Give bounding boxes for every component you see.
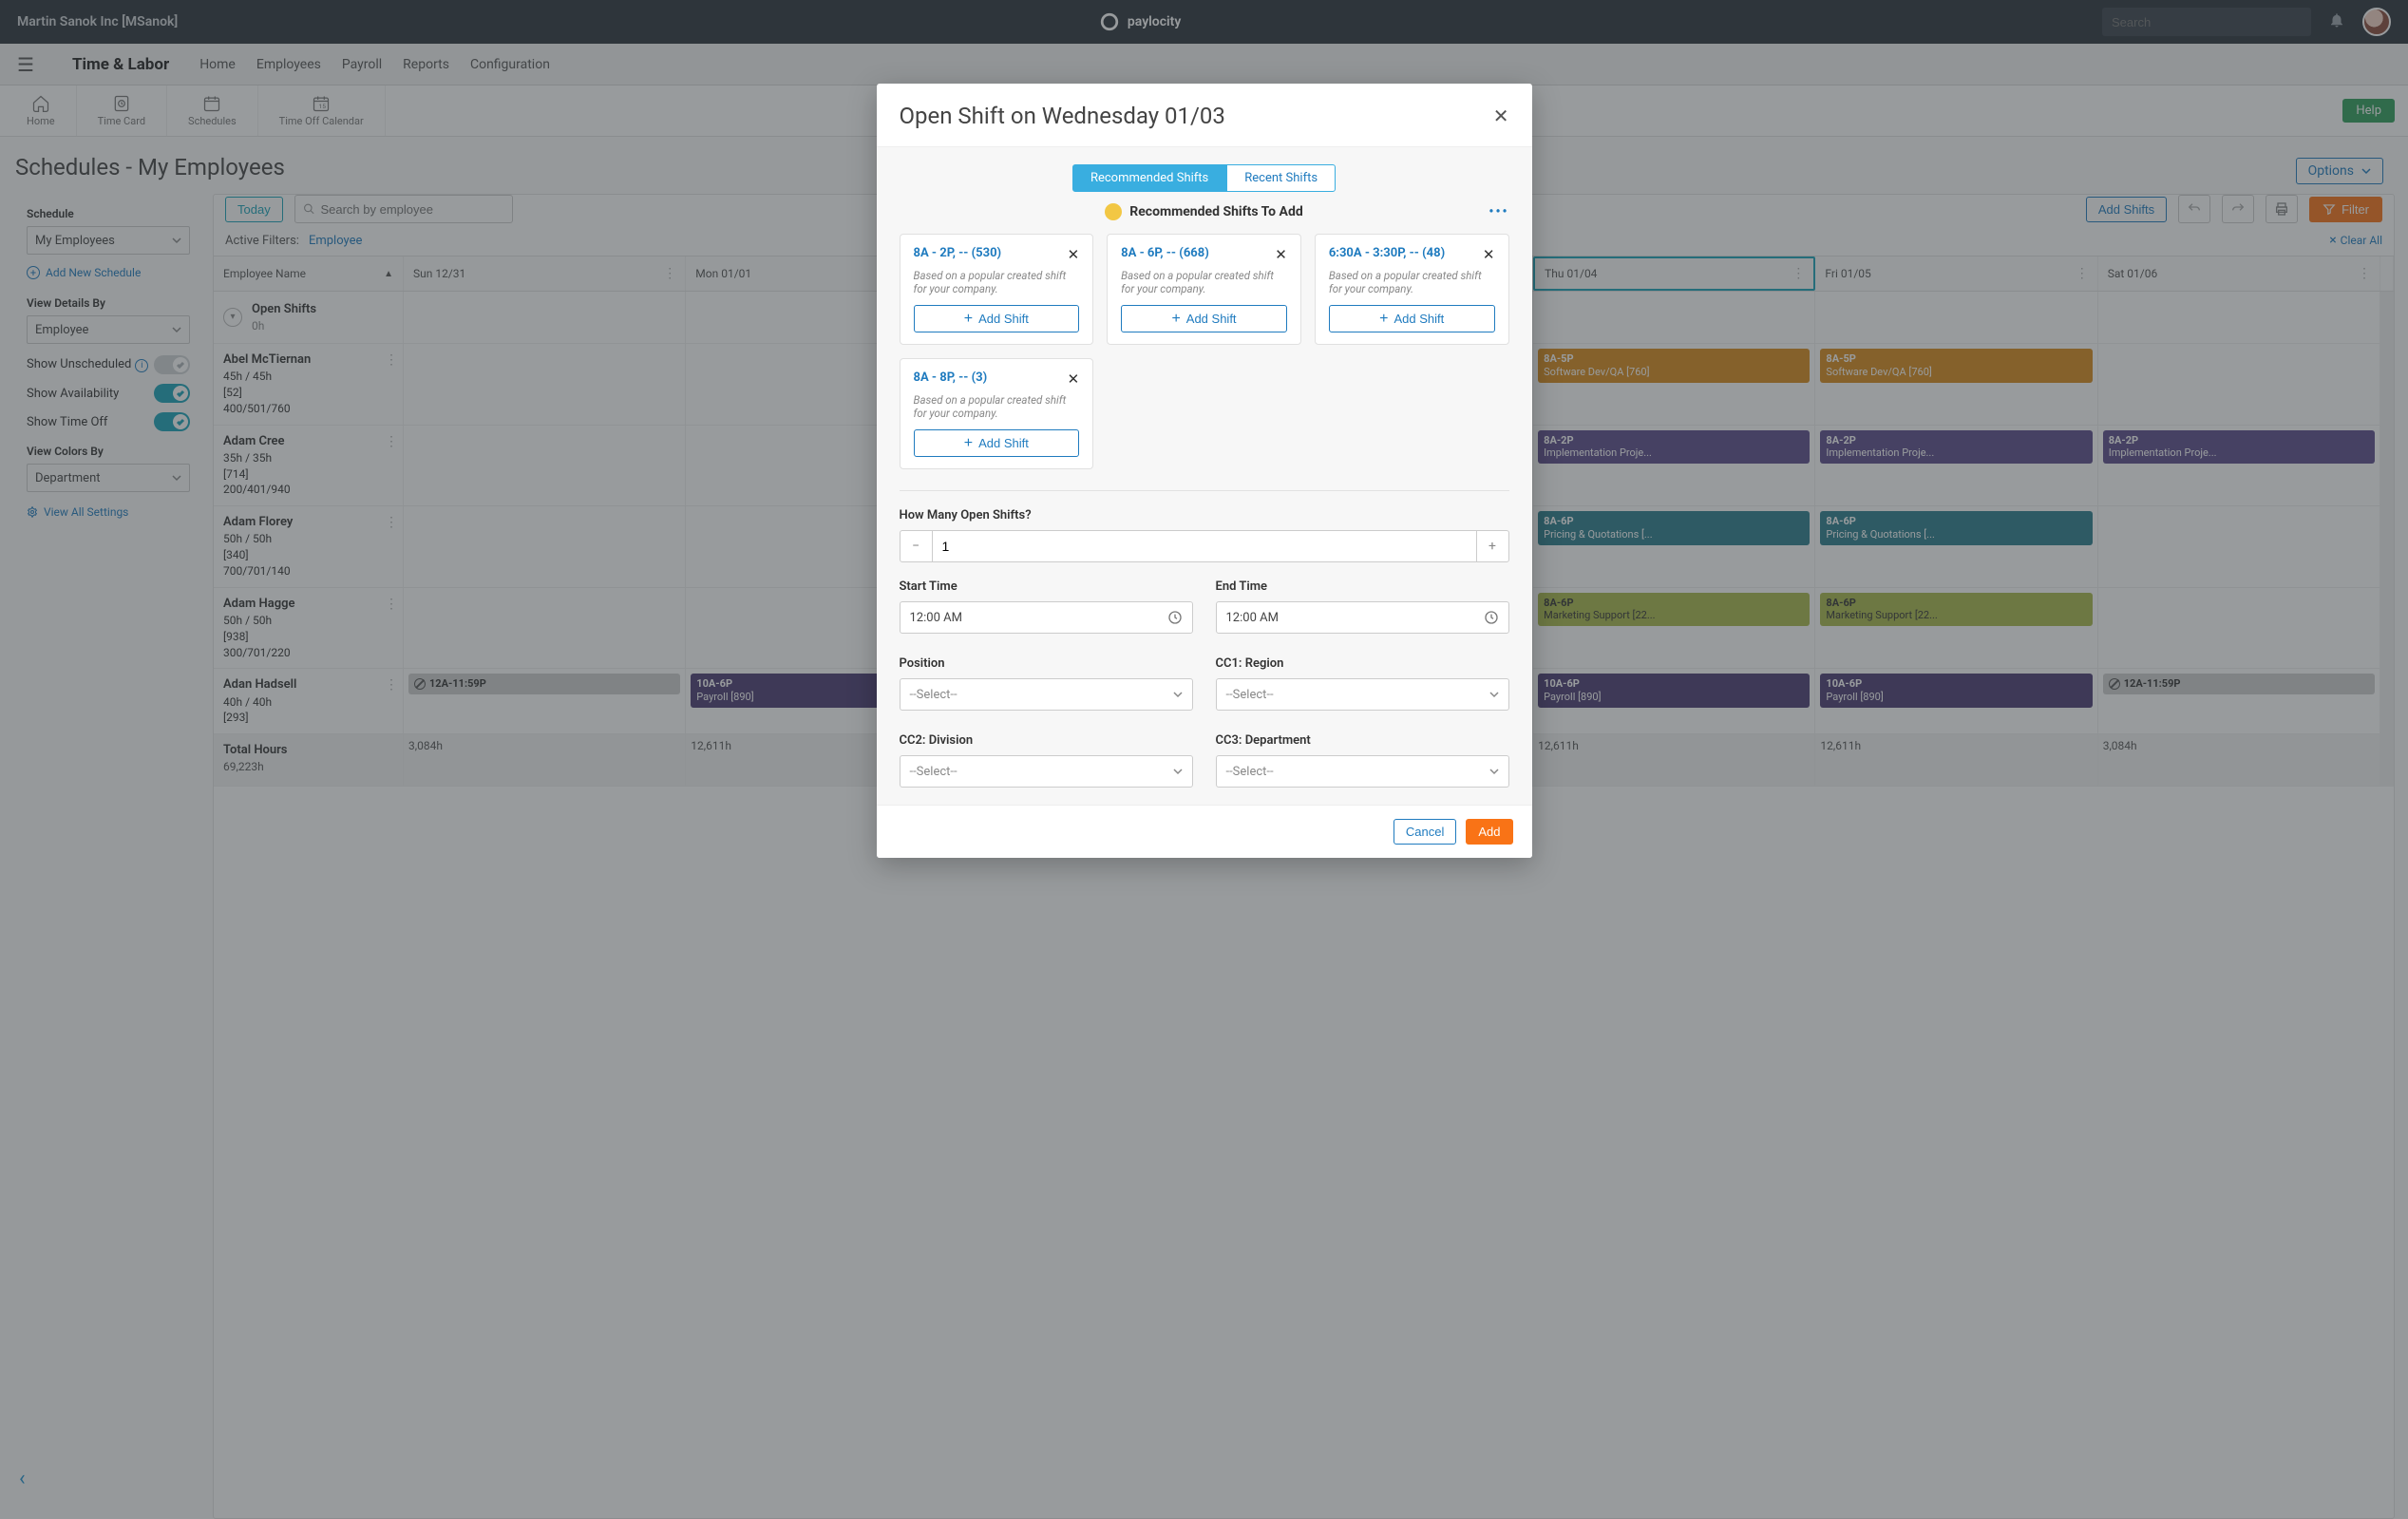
more-menu-icon[interactable]: ••• [1488, 204, 1508, 219]
recommended-shift-card: 8A - 8P, -- (3) ✕ Based on a popular cre… [900, 358, 1094, 469]
card-close-icon[interactable]: ✕ [1275, 246, 1287, 263]
card-close-icon[interactable]: ✕ [1483, 246, 1495, 263]
clock-icon [1167, 610, 1183, 625]
cc3-select[interactable]: --Select-- [1216, 755, 1509, 788]
how-many-stepper[interactable]: − + [900, 530, 1509, 562]
card-title: 8A - 8P, -- (3) [914, 370, 988, 385]
card-close-icon[interactable]: ✕ [1068, 370, 1080, 388]
add-shift-button[interactable]: +Add Shift [914, 429, 1080, 457]
recommended-shift-card: 8A - 6P, -- (668) ✕ Based on a popular c… [1107, 234, 1301, 345]
card-close-icon[interactable]: ✕ [1068, 246, 1080, 263]
position-label: Position [900, 656, 1193, 671]
end-time-input[interactable]: 12:00 AM [1216, 601, 1509, 634]
tab-recent[interactable]: Recent Shifts [1226, 164, 1336, 192]
cc3-label: CC3: Department [1216, 733, 1509, 748]
card-title: 8A - 2P, -- (530) [914, 246, 1002, 260]
card-subtitle: Based on a popular created shift for you… [1121, 269, 1287, 295]
how-many-input[interactable] [933, 531, 1476, 561]
recommended-shift-card: 6:30A - 3:30P, -- (48) ✕ Based on a popu… [1315, 234, 1509, 345]
cc1-label: CC1: Region [1216, 656, 1509, 671]
how-many-label: How Many Open Shifts? [900, 508, 1509, 522]
end-time-label: End Time [1216, 579, 1509, 594]
recommended-shift-card: 8A - 2P, -- (530) ✕ Based on a popular c… [900, 234, 1094, 345]
stepper-minus[interactable]: − [901, 531, 933, 561]
card-subtitle: Based on a popular created shift for you… [914, 269, 1080, 295]
modal-tabs: Recommended Shifts Recent Shifts [900, 164, 1509, 192]
card-subtitle: Based on a popular created shift for you… [914, 393, 1080, 420]
lightbulb-icon [1105, 203, 1122, 220]
start-time-label: Start Time [900, 579, 1193, 594]
cc2-label: CC2: Division [900, 733, 1193, 748]
start-time-input[interactable]: 12:00 AM [900, 601, 1193, 634]
add-button[interactable]: Add [1466, 819, 1512, 845]
modal-title: Open Shift on Wednesday 01/03 [900, 103, 1225, 129]
cc1-select[interactable]: --Select-- [1216, 678, 1509, 711]
card-subtitle: Based on a popular created shift for you… [1329, 269, 1495, 295]
recommended-heading: Recommended Shifts To Add [1129, 204, 1302, 219]
add-shift-button[interactable]: +Add Shift [1121, 305, 1287, 332]
add-shift-button[interactable]: +Add Shift [914, 305, 1080, 332]
modal-overlay: Open Shift on Wednesday 01/03 ✕ Recommen… [0, 0, 2408, 1519]
card-title: 8A - 6P, -- (668) [1121, 246, 1209, 260]
open-shift-modal: Open Shift on Wednesday 01/03 ✕ Recommen… [877, 84, 1532, 858]
clock-icon [1484, 610, 1499, 625]
tab-recommended[interactable]: Recommended Shifts [1072, 164, 1226, 192]
cc2-select[interactable]: --Select-- [900, 755, 1193, 788]
add-shift-button[interactable]: +Add Shift [1329, 305, 1495, 332]
stepper-plus[interactable]: + [1476, 531, 1508, 561]
cancel-button[interactable]: Cancel [1394, 819, 1456, 845]
card-title: 6:30A - 3:30P, -- (48) [1329, 246, 1445, 260]
position-select[interactable]: --Select-- [900, 678, 1193, 711]
modal-close-button[interactable]: ✕ [1493, 104, 1509, 127]
